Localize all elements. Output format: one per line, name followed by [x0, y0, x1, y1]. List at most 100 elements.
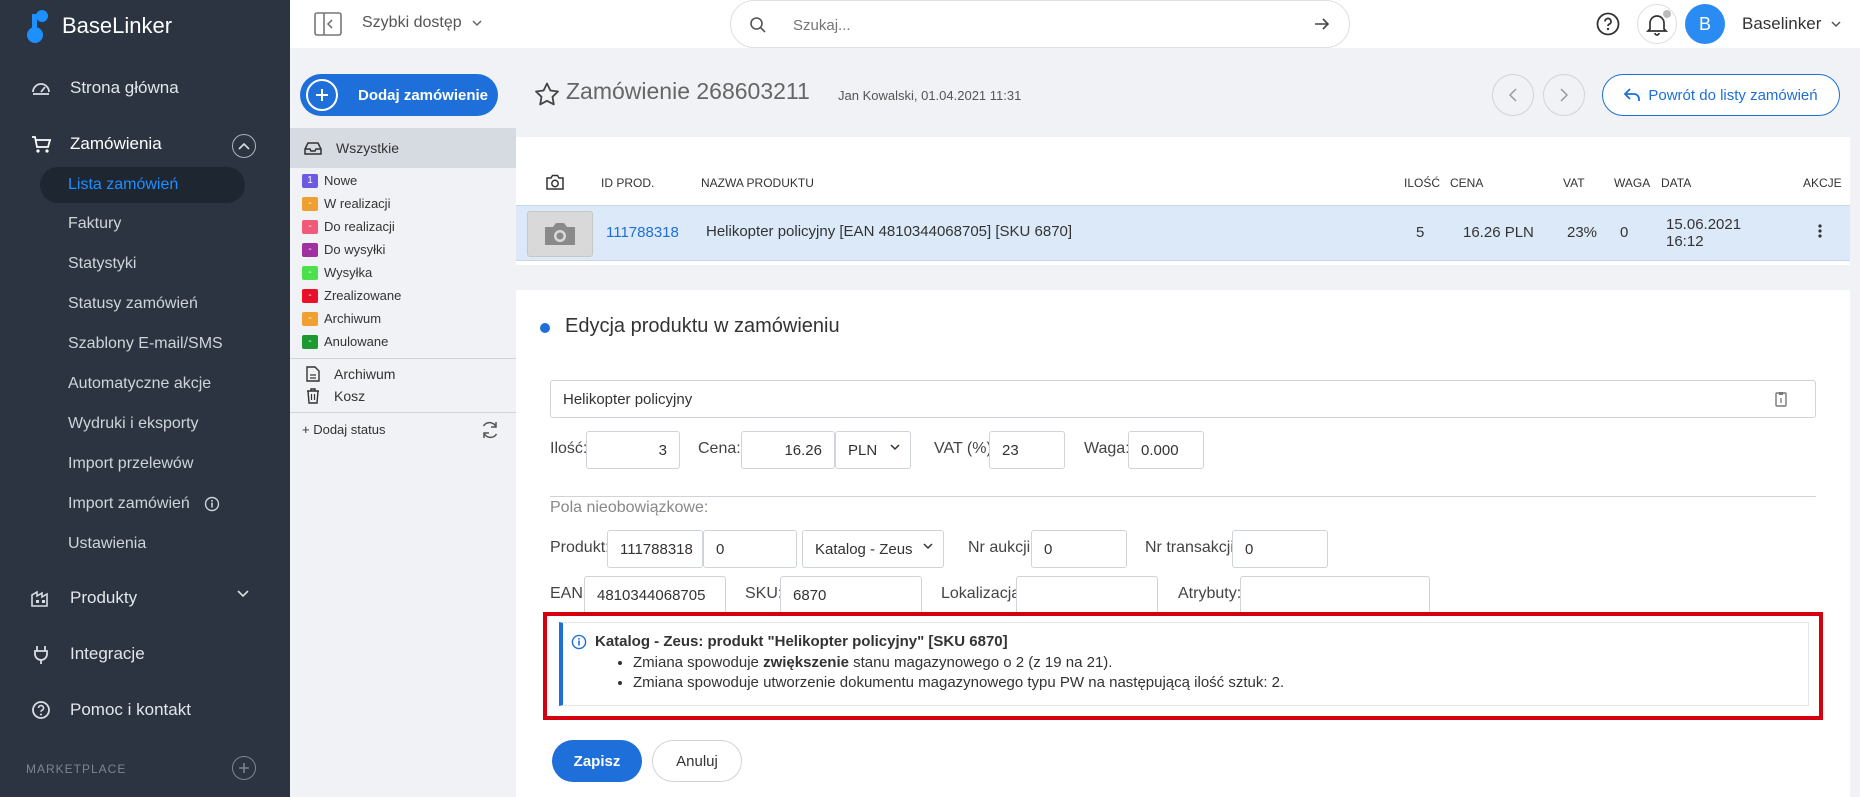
logo[interactable]: BaseLinker: [26, 8, 172, 44]
user-menu[interactable]: Baselinker: [1742, 14, 1841, 34]
product-name: Helikopter policyjny [EAN 4810344068705]…: [706, 223, 1073, 240]
collapse-orders-button[interactable]: [232, 134, 256, 158]
status-in-progress[interactable]: -W realizacji: [302, 196, 390, 211]
status-archive[interactable]: - Archiwum: [302, 311, 381, 326]
sidebar-item-prints-exports[interactable]: Wydruki i eksporty: [68, 415, 199, 433]
vat-input[interactable]: 23: [989, 431, 1065, 469]
sidebar-item-settings[interactable]: Ustawienia: [68, 535, 146, 553]
alert-list: Zmiana spowoduje zwiększenie stanu magaz…: [633, 653, 1284, 693]
nav-help[interactable]: Pomoc i kontakt: [30, 699, 191, 721]
catalog-select[interactable]: Katalog - Zeus: [802, 530, 944, 568]
search-icon: [750, 17, 766, 33]
qty-input[interactable]: 3: [586, 431, 680, 469]
status-shipping[interactable]: - Wysyłka: [302, 265, 372, 280]
sidebar-item-email-templates[interactable]: Szablony E-mail/SMS: [68, 335, 223, 353]
camera-icon: [546, 174, 564, 190]
currency-select[interactable]: PLN: [835, 431, 911, 469]
clipboard-icon: [1775, 392, 1787, 407]
status-completed[interactable]: - Zrealizowane: [302, 288, 401, 303]
info-icon: [204, 496, 220, 512]
alert-line-text: Zmiana spowoduje: [633, 654, 764, 671]
ean-label: EAN:: [550, 585, 588, 602]
next-order-button[interactable]: [1543, 74, 1585, 116]
inbox-icon: [304, 142, 322, 155]
sidebar-item-statistics[interactable]: Statystyki: [68, 255, 136, 273]
trash-label: Kosz: [334, 388, 366, 404]
product-date-day: 15.06.2021: [1666, 216, 1742, 233]
sku-input[interactable]: 6870: [780, 576, 922, 614]
trash-icon: [307, 388, 319, 404]
status-label: W realizacji: [324, 196, 391, 211]
add-order-button[interactable]: Dodaj zamówienie: [300, 74, 498, 116]
nav-orders-label: Zamówienia: [70, 134, 162, 153]
alert-title: Katalog - Zeus: produkt "Helikopter poli…: [595, 633, 1008, 650]
warehouse-icon: [30, 587, 52, 609]
search-input[interactable]: [793, 13, 1273, 37]
status-label: Do realizacji: [324, 219, 395, 234]
column-header-actions: AKCJE: [1803, 176, 1842, 190]
nav-home[interactable]: Strona główna: [30, 77, 179, 99]
location-input[interactable]: [1016, 576, 1158, 614]
archive-link[interactable]: Archiwum: [306, 366, 395, 382]
quick-access-dropdown[interactable]: Szybki dostęp: [362, 14, 482, 32]
notifications-button[interactable]: [1637, 4, 1677, 44]
table-row[interactable]: 111788318 Helikopter policyjny [EAN 4810…: [516, 205, 1850, 261]
product-thumbnail[interactable]: [527, 211, 593, 257]
status-new[interactable]: 1 Nowe: [302, 173, 357, 188]
attributes-input[interactable]: [1240, 576, 1430, 614]
back-to-orders-label: Powrót do listy zamówień: [1648, 86, 1818, 104]
trash-link[interactable]: Kosz: [306, 388, 365, 404]
status-label: Wysyłka: [324, 265, 373, 280]
star-icon[interactable]: [534, 82, 560, 106]
previous-order-button[interactable]: [1492, 74, 1534, 116]
add-status-link[interactable]: + Dodaj status: [302, 422, 385, 437]
sidebar-item-order-list[interactable]: Lista zamówień: [40, 167, 245, 203]
marketplace-add-button[interactable]: [232, 756, 256, 780]
chevron-up-icon: [238, 142, 250, 150]
nav-integrations[interactable]: Integracje: [30, 643, 145, 665]
more-actions-icon[interactable]: [1818, 224, 1822, 238]
sidebar-item-import-transfers[interactable]: Import przelewów: [68, 455, 193, 473]
product-date-time: 16:12: [1666, 233, 1704, 250]
status-cancelled[interactable]: - Anulowane: [302, 334, 388, 349]
product-id-link[interactable]: 111788318: [606, 224, 679, 241]
quick-access-label: Szybki dostęp: [362, 14, 462, 31]
price-input[interactable]: 16.26: [741, 431, 835, 469]
help-icon[interactable]: [1595, 11, 1621, 37]
refresh-icon[interactable]: [480, 421, 500, 439]
product-id-input[interactable]: 111788318: [607, 530, 703, 568]
nav-products[interactable]: Produkty: [30, 587, 137, 609]
sidebar-item-import-orders[interactable]: Import zamówień: [68, 495, 220, 513]
nav-orders[interactable]: Zamówienia: [30, 133, 162, 155]
chevron-down-icon: [472, 19, 482, 26]
arrow-right-icon[interactable]: [1313, 15, 1331, 33]
sidebar-toggle-icon[interactable]: [314, 12, 342, 36]
chevron-down-icon[interactable]: [237, 590, 249, 598]
auction-input[interactable]: 0: [1031, 530, 1127, 568]
avatar[interactable]: B: [1685, 4, 1725, 44]
notification-dot: [1663, 10, 1671, 18]
product-qty: 5: [1416, 224, 1425, 241]
status-count-badge: -: [302, 196, 318, 211]
sidebar-item-automatic-actions[interactable]: Automatyczne akcje: [68, 375, 211, 393]
weight-input[interactable]: 0.000: [1128, 431, 1204, 469]
back-to-orders-button[interactable]: Powrót do listy zamówień: [1602, 74, 1840, 116]
product-name-field[interactable]: Helikopter policyjny: [550, 380, 1816, 418]
nav-integrations-label: Integracje: [70, 644, 145, 663]
transaction-input[interactable]: 0: [1232, 530, 1328, 568]
cancel-button[interactable]: Anuluj: [652, 740, 742, 782]
status-count-badge: -: [302, 219, 318, 234]
ean-input[interactable]: 4810344068705: [584, 576, 726, 614]
qty-label: Ilość:: [550, 440, 588, 457]
column-header-price: CENA: [1450, 176, 1484, 190]
status-to-fulfill[interactable]: - Do realizacji: [302, 219, 395, 234]
status-to-ship[interactable]: - Do wysyłki: [302, 242, 385, 257]
info-icon: [571, 634, 587, 650]
variant-input[interactable]: 0: [703, 530, 797, 568]
currency-value: PLN: [848, 441, 878, 459]
status-count-badge: -: [302, 334, 318, 349]
status-all[interactable]: Wszystkie: [290, 128, 516, 168]
save-button[interactable]: Zapisz: [552, 740, 642, 782]
sidebar-item-invoices[interactable]: Faktury: [68, 215, 121, 233]
sidebar-item-order-statuses[interactable]: Statusy zamówień: [68, 295, 198, 313]
